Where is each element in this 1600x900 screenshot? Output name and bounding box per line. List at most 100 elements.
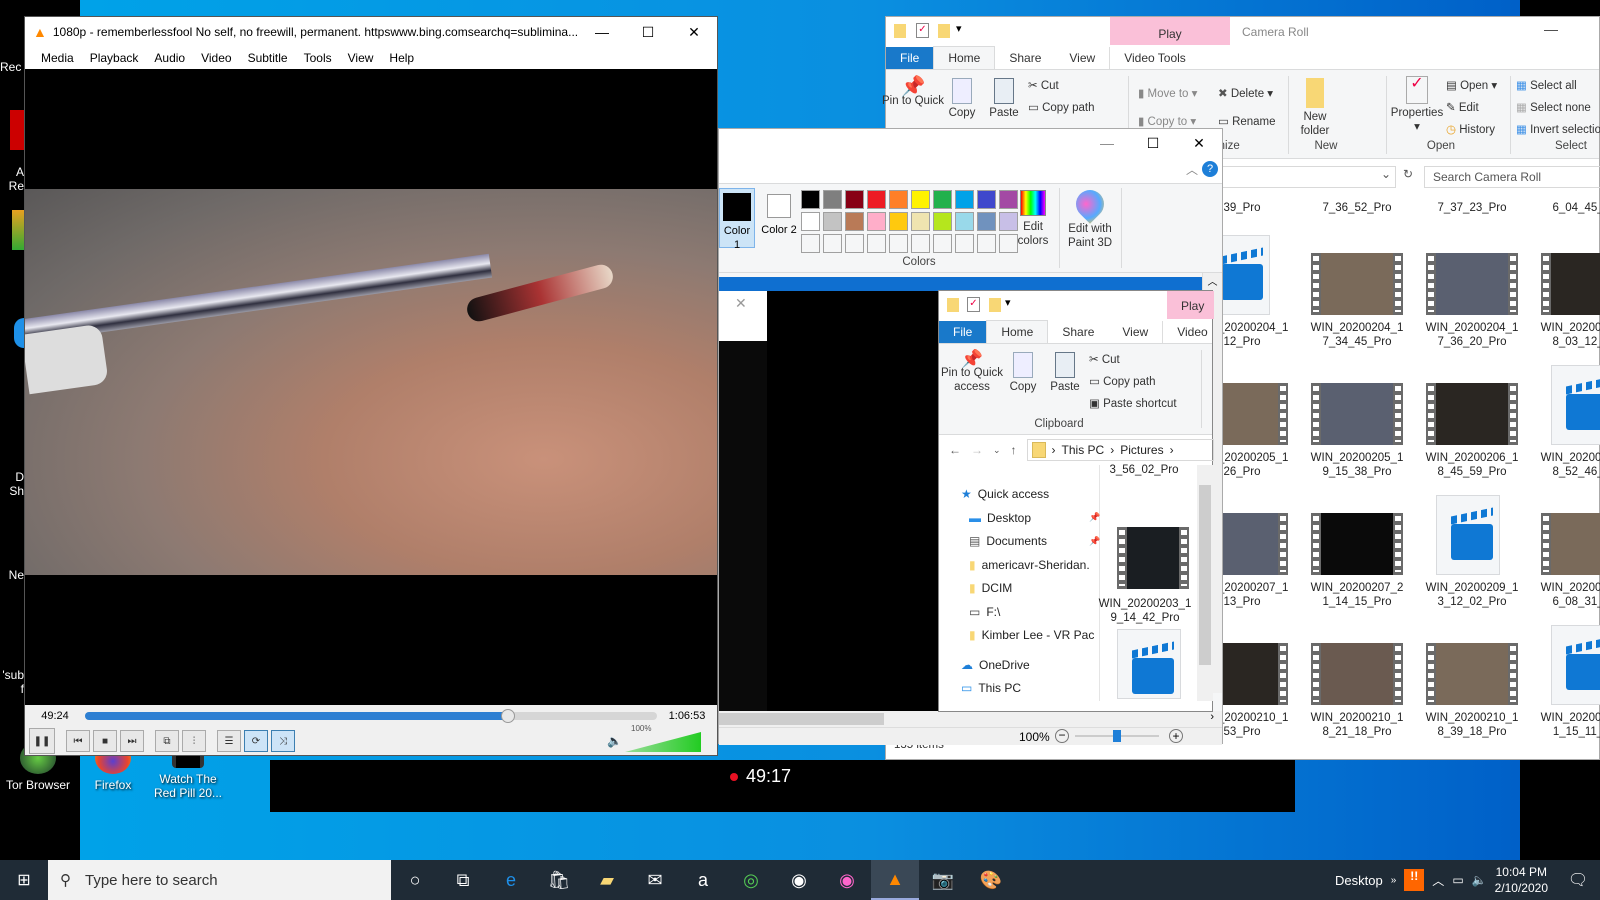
custom-color-slot[interactable] [867,234,886,253]
copy-button[interactable]: Copy [1003,352,1043,394]
close-icon[interactable]: ✕ [735,295,747,312]
speaker-icon[interactable]: 🔈 [607,734,622,748]
taskbar-tripadvisor[interactable]: ◎ [727,860,775,900]
file-name[interactable]: WIN_20200206_1 8_52_46_Pro [1522,451,1600,479]
nav-item[interactable]: ▤ Documents 📌 [969,534,1100,548]
palette-swatch[interactable] [955,190,974,209]
rename-button[interactable]: ▭ Rename [1218,114,1276,128]
volume-icon[interactable]: 🔈 [1472,873,1487,887]
custom-color-slot[interactable] [977,234,996,253]
cut-button[interactable]: ✂ Cut [1089,352,1120,366]
video-thumbnail[interactable] [1541,513,1600,575]
help-icon[interactable]: ? [1202,161,1218,177]
taskbar-file-explorer[interactable]: ▰ [583,860,631,900]
minimize-button[interactable]: — [1084,128,1130,158]
color2-selector[interactable]: Color 2 [759,188,799,248]
minimize-button[interactable]: — [1544,21,1558,37]
shuffle-button[interactable]: ⤨ [271,730,295,752]
menu-playback[interactable]: Playback [82,51,147,65]
back-button[interactable]: ← [949,443,961,457]
copy-to-button[interactable]: ▮ Copy to ▾ [1138,114,1196,128]
volume-slider[interactable]: 100% [625,724,705,754]
close-button[interactable]: ✕ [1176,128,1222,158]
zoom-in-button[interactable]: + [1169,729,1183,743]
edit-with-paint3d-button[interactable]: Edit with Paint 3D [1063,184,1117,250]
menu-subtitle[interactable]: Subtitle [240,51,296,65]
menu-video[interactable]: Video [193,51,239,65]
file-name[interactable]: WIN_20200209_1 3_12_02_Pro [1407,581,1537,609]
select-none-button[interactable]: ▦ Select none [1516,100,1591,114]
loop-button[interactable]: ⟳ [244,730,268,752]
nav-item[interactable]: ★ Quick access [961,487,1049,501]
properties-qat-icon[interactable]: ✓ [967,297,980,312]
cortana-button[interactable]: ○ [391,860,439,900]
seek-handle[interactable] [500,709,515,723]
file-name[interactable]: WIN_20200210_1 8_21_18_Pro [1292,711,1422,739]
taskbar-app-color[interactable]: ◉ [823,860,871,900]
menu-media[interactable]: Media [33,51,82,65]
scroll-thumb[interactable] [1199,485,1211,665]
palette-swatch[interactable] [911,212,930,231]
custom-color-slot[interactable] [823,234,842,253]
file-name[interactable]: WIN_20200203_1 9_14_42_Pro [1089,597,1201,625]
taskbar-amazon[interactable]: a [679,860,727,900]
zoom-slider-thumb[interactable] [1113,730,1121,742]
taskbar-mail[interactable]: ✉ [631,860,679,900]
taskbar-paint[interactable]: 🎨 [967,860,1015,900]
nav-item[interactable]: ▮ DCIM [969,581,1012,595]
video-file-icon[interactable] [1436,495,1500,575]
properties-button[interactable]: ✓ Properties ▾ [1386,76,1448,134]
chevron-down-icon[interactable]: ⌄ [1381,167,1391,181]
file-name[interactable]: 7_36_52_Pro [1292,201,1422,215]
palette-swatch[interactable] [911,190,930,209]
file-name[interactable]: WIN_20200210_1 8_39_18_Pro [1407,711,1537,739]
up-button[interactable]: ↑ [1011,443,1017,457]
nav-item[interactable]: ▬ Desktop 📌 [969,511,1100,525]
menu-audio[interactable]: Audio [146,51,193,65]
new-folder-button[interactable]: New folder [1290,78,1340,138]
file-name[interactable]: WIN_20200204_1 7_36_20_Pro [1407,321,1537,349]
palette-swatch[interactable] [801,190,820,209]
paste-shortcut-button[interactable]: ▣ Paste shortcut [1089,396,1177,410]
palette-swatch[interactable] [867,212,886,231]
qat-dropdown-icon[interactable]: ▾ [956,22,962,35]
palette-swatch[interactable] [889,212,908,231]
pin-icon[interactable]: 📌 [1089,512,1100,523]
extended-settings-button[interactable]: ⫶ [182,730,206,752]
palette-swatch[interactable] [933,212,952,231]
paste-button[interactable]: Paste [1045,352,1085,394]
file-name[interactable]: 7_37_23_Pro [1407,201,1537,215]
custom-color-slot[interactable] [999,234,1018,253]
palette-swatch[interactable] [823,190,842,209]
vertical-scrollbar[interactable] [1197,465,1213,701]
action-center-button[interactable]: 🗨 [1556,870,1600,890]
pause-button[interactable]: ❚❚ [29,728,55,754]
tab-file[interactable]: File [939,321,987,343]
stop-button[interactable]: ■ [93,730,117,752]
tab-share[interactable]: Share [995,47,1055,69]
qat-dropdown-icon[interactable]: ▾ [1005,296,1011,309]
video-thumbnail[interactable] [1426,383,1518,445]
file-name[interactable]: WIN_20200210_2 1_15_11_Pro [1522,711,1600,739]
tab-file[interactable]: File [886,47,934,69]
desktop-icon-recycle[interactable]: Rec [0,60,24,74]
tab-video-tools[interactable]: Video Tools [1109,47,1200,69]
palette-swatch[interactable] [977,212,996,231]
palette-swatch[interactable] [933,190,952,209]
palette-swatch[interactable] [999,212,1018,231]
video-file-icon[interactable] [1551,625,1600,705]
taskbar-camera[interactable]: 📷 [919,860,967,900]
palette-swatch[interactable] [845,212,864,231]
network-icon[interactable]: ▭ [1452,873,1463,887]
taskbar-app[interactable]: ◉ [775,860,823,900]
scroll-right-icon[interactable]: › [1210,711,1214,723]
horizontal-scrollbar[interactable]: › [719,711,1222,727]
seek-slider[interactable] [85,709,657,723]
app-icon[interactable] [12,210,24,250]
alert-tray-icon[interactable]: !! [1404,869,1425,891]
video-thumbnail[interactable] [1311,643,1403,705]
scroll-thumb[interactable] [719,713,884,725]
forward-button[interactable]: → [971,443,983,457]
maximize-button[interactable]: ☐ [625,17,671,47]
nav-item[interactable]: ▭ This PC [961,681,1021,695]
